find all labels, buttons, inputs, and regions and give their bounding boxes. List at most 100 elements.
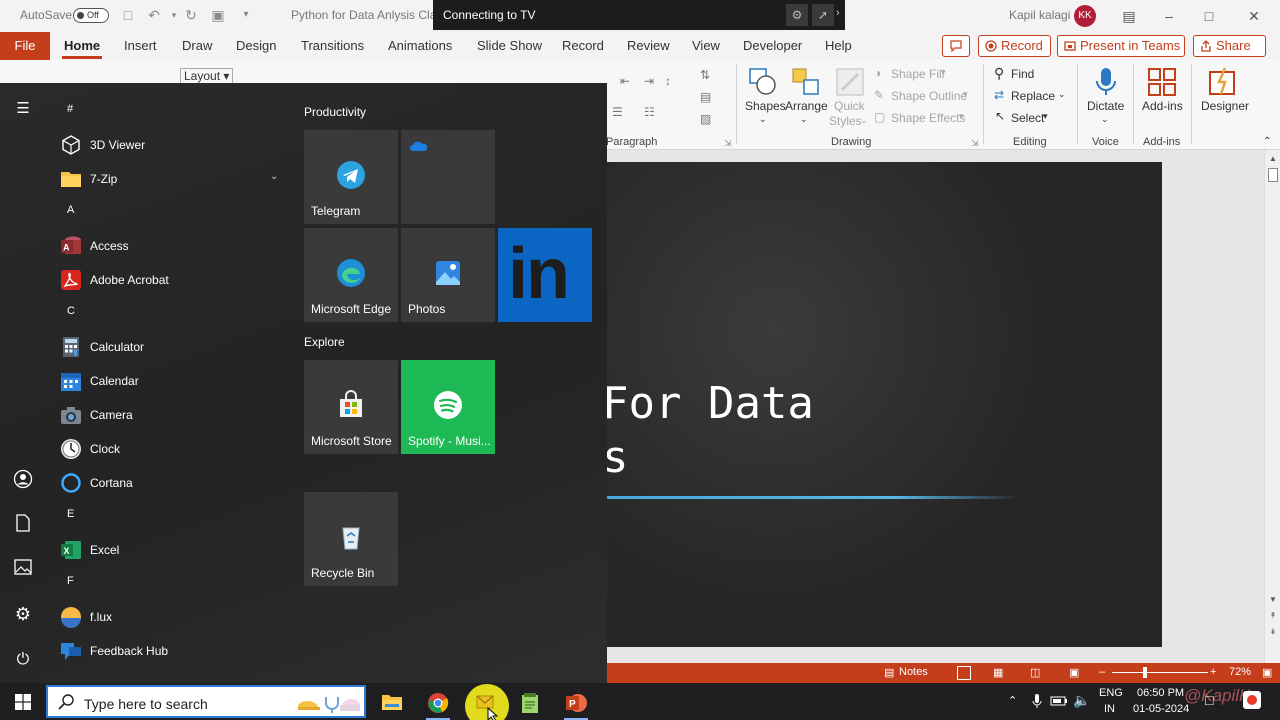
zoom-level[interactable]: 72% (1229, 666, 1251, 678)
dictate-dropdown-icon[interactable]: ⌄ (1101, 114, 1109, 125)
shapes-dropdown-icon[interactable]: ⌄ (759, 114, 767, 125)
tab-help[interactable]: Help (825, 38, 852, 53)
select-dropdown-icon[interactable]: ▾ (1043, 111, 1048, 122)
shapes-label[interactable]: Shapes (745, 99, 786, 113)
quick-styles-dropdown-icon[interactable]: ⌄ (860, 115, 868, 126)
shapes-icon[interactable] (747, 66, 779, 98)
scroll-thumb[interactable] (1268, 168, 1278, 182)
documents-icon[interactable] (12, 514, 34, 536)
redo-icon[interactable]: ↻ (183, 7, 199, 23)
designer-label[interactable]: Designer (1201, 99, 1249, 113)
app-list-item[interactable]: Adobe Acrobat (56, 264, 290, 296)
shape-fill-dropdown-icon[interactable]: ▾ (941, 67, 946, 78)
decrease-indent-icon[interactable]: ⇤ (620, 74, 630, 88)
customize-qat-icon[interactable]: ▾ (238, 7, 254, 23)
share-button[interactable]: Share (1193, 35, 1266, 57)
slide-title[interactable]: For Data s (606, 377, 814, 485)
language-line2[interactable]: IN (1104, 703, 1115, 715)
chevron-down-icon[interactable]: ⌄ (270, 171, 278, 182)
next-slide-icon[interactable]: ↡ (1267, 626, 1279, 638)
shape-outline-dropdown-icon[interactable]: ▾ (963, 89, 968, 100)
tab-insert[interactable]: Insert (124, 38, 157, 53)
app-list-letter[interactable]: A (67, 204, 74, 216)
quick-styles-label-line2[interactable]: Styles (829, 114, 862, 128)
layout-button[interactable]: Layout ▾ (180, 68, 234, 84)
tab-animations[interactable]: Animations (388, 38, 452, 53)
battery-icon[interactable] (1050, 694, 1068, 708)
comments-button[interactable] (942, 35, 970, 57)
app-list-item[interactable]: Cortana (56, 467, 290, 499)
shape-outline-label[interactable]: Shape Outline (891, 89, 967, 103)
app-list-item[interactable]: X Excel (56, 534, 290, 566)
replace-icon[interactable]: ⇄ (994, 88, 1004, 102)
show-hidden-icons-icon[interactable]: ⌃ (1008, 694, 1017, 707)
arrange-icon[interactable] (790, 66, 822, 98)
tab-transitions[interactable]: Transitions (301, 38, 364, 53)
settings-icon[interactable]: ⚙ (12, 603, 34, 625)
tab-view[interactable]: View (692, 38, 720, 53)
taskbar-search-box[interactable]: Type here to search (46, 685, 366, 718)
slide-show-icon[interactable]: ▣ (1069, 666, 1079, 679)
windows-start-icon[interactable] (15, 694, 31, 710)
close-icon[interactable]: ✕ (1245, 7, 1263, 25)
select-label[interactable]: Select (1011, 111, 1044, 125)
slide-canvas[interactable]: For Data s (606, 162, 1162, 647)
align-text-icon[interactable]: ▤ (700, 90, 711, 104)
app-list-item[interactable]: f.lux (56, 601, 290, 633)
present-in-teams-button[interactable]: Present in Teams (1057, 35, 1185, 57)
tab-design[interactable]: Design (236, 38, 276, 53)
columns-icon[interactable]: ☷ (644, 105, 655, 119)
tab-slide-show[interactable]: Slide Show (477, 38, 542, 53)
tab-developer[interactable]: Developer (743, 38, 802, 53)
smartart-icon[interactable]: ▨ (700, 112, 711, 126)
microphone-icon[interactable] (1090, 66, 1122, 98)
save-icon[interactable]: □ (120, 7, 136, 23)
ribbon-display-options-icon[interactable]: ▤ (1120, 7, 1138, 25)
dictate-label[interactable]: Dictate (1087, 99, 1124, 113)
tile-photos[interactable]: Photos (401, 228, 495, 322)
quick-styles-icon[interactable] (834, 66, 866, 98)
addins-icon[interactable] (1146, 66, 1178, 98)
reading-view-icon[interactable]: ◫ (1030, 666, 1040, 679)
recorder-app-icon[interactable] (1242, 690, 1262, 714)
shape-outline-icon[interactable]: ✎ (874, 88, 884, 102)
previous-slide-icon[interactable]: ↟ (1267, 610, 1279, 622)
language-line1[interactable]: ENG (1099, 687, 1123, 699)
app-list-item[interactable]: 7-Zip ⌄ (56, 163, 290, 195)
record-button[interactable]: Record (978, 35, 1051, 57)
align-left-icon[interactable]: ☰ (612, 105, 623, 119)
arrange-label[interactable]: Arrange (785, 99, 828, 113)
find-icon[interactable]: ⚲ (994, 65, 1004, 82)
zoom-in-icon[interactable]: + (1210, 666, 1216, 678)
app-list-item[interactable]: Calculator (56, 331, 290, 363)
arrange-dropdown-icon[interactable]: ⌄ (800, 114, 808, 125)
scroll-up-icon[interactable]: ▲ (1267, 153, 1279, 165)
volume-icon[interactable]: 🔈 (1073, 692, 1090, 709)
zoom-slider[interactable] (1112, 672, 1208, 673)
drawing-dialog-launcher-icon[interactable]: ⇲ (971, 138, 979, 149)
fit-to-window-icon[interactable]: ▣ (1262, 666, 1272, 679)
line-spacing-icon[interactable]: ↕ (665, 74, 671, 88)
designer-icon[interactable] (1207, 66, 1239, 98)
shape-fill-label[interactable]: Shape Fill (891, 67, 944, 81)
autosave-toggle[interactable]: Off (73, 8, 109, 23)
cast-settings-icon[interactable]: ⚙ (786, 4, 808, 26)
avatar[interactable]: KK (1074, 5, 1096, 27)
tile-recycle-bin[interactable]: Recycle Bin (304, 492, 398, 586)
clock-date[interactable]: 01-05-2024 (1133, 703, 1189, 715)
tile-onedrive[interactable] (401, 130, 495, 224)
power-icon[interactable]: ⏻ (12, 649, 34, 671)
tab-review[interactable]: Review (627, 38, 670, 53)
taskbar-mail[interactable] (465, 684, 509, 720)
zoom-out-icon[interactable]: – (1099, 666, 1105, 678)
tile-linkedin[interactable]: in (498, 228, 592, 322)
normal-view-icon[interactable] (957, 666, 971, 680)
minimize-icon[interactable]: – (1160, 7, 1178, 25)
notes-icon[interactable]: ▤ (884, 666, 894, 679)
taskbar-chrome[interactable] (418, 687, 458, 720)
app-list-item[interactable]: A Access (56, 230, 290, 262)
taskbar-notepad[interactable] (510, 687, 550, 720)
replace-label[interactable]: Replace (1011, 89, 1055, 103)
undo-icon[interactable]: ↶ (146, 7, 162, 23)
taskbar-powerpoint[interactable]: P (556, 687, 596, 720)
